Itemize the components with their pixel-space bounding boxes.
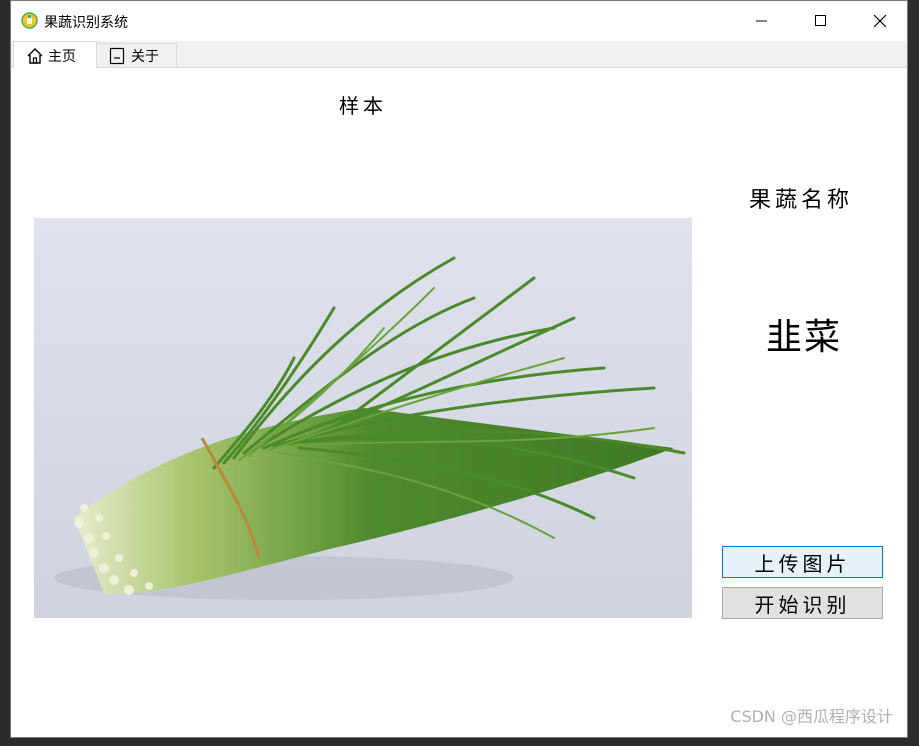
document-icon (109, 47, 127, 65)
start-recognition-button[interactable]: 开始识别 (722, 587, 883, 619)
produce-name-label: 果蔬名称 (749, 188, 854, 213)
app-icon (21, 12, 38, 29)
tab-about-label: 关于 (131, 48, 159, 65)
minimize-icon (756, 20, 767, 22)
minimize-button[interactable] (739, 1, 785, 41)
tab-bar: 主页 关于 (11, 41, 907, 69)
main-panel: 样本 果蔬名称 韭菜 上传图片 开始识别 CSDN @西瓜程序设计 (11, 68, 907, 737)
watermark: CSDN @西瓜程序设计 (730, 707, 893, 726)
sample-label: 样本 (339, 94, 387, 118)
tab-about[interactable]: 关于 (97, 43, 177, 68)
window-title: 果蔬识别系统 (44, 15, 128, 31)
upload-image-button[interactable]: 上传图片 (722, 546, 883, 578)
close-icon (873, 14, 887, 28)
title-bar[interactable]: 果蔬识别系统 (11, 1, 907, 41)
maximize-icon (815, 15, 826, 26)
maximize-button[interactable] (798, 1, 844, 41)
tab-home-label: 主页 (48, 48, 76, 65)
tab-home[interactable]: 主页 (13, 41, 97, 69)
close-button[interactable] (857, 1, 903, 41)
home-icon (26, 47, 44, 65)
sample-image (34, 218, 692, 618)
recognition-result: 韭菜 (766, 317, 843, 358)
app-window: 果蔬识别系统 主页 关于 样本 果蔬名称 韭菜 上传图片 开始识别 CSDN @… (10, 0, 908, 738)
